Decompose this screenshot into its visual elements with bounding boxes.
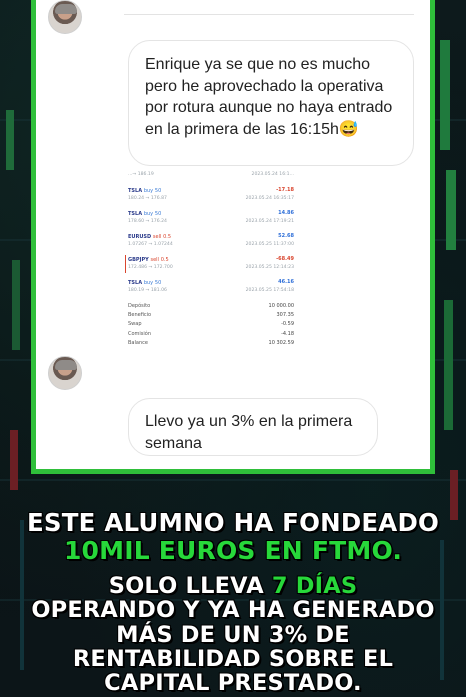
symbol: TSLA	[128, 211, 143, 217]
chat-screenshot-card: Enrique ya se que no es mucho pero he ap…	[31, 0, 435, 474]
side: buy	[143, 211, 154, 217]
caption-line: CAPITAL PRESTADO.	[104, 670, 362, 696]
trade-history-image: ...→ 186.19 2023.05.24 16:1... TSLA buy …	[124, 170, 302, 360]
caption-highlight: 10MIL EUROS EN FTMO.	[63, 536, 403, 565]
trade-row: EURUSD sell 0.5 52.68 1.07267 → 1.07244 …	[124, 230, 302, 253]
summary-row: Swap -0.59	[124, 321, 302, 330]
caption-line: SOLO LLEVA 7 DÍAS	[0, 573, 466, 599]
message-text: Enrique ya se que no es mucho pero he ap…	[145, 56, 393, 138]
caption-text: SOLO LLEVA	[108, 573, 272, 599]
summary-row: Beneficio 307.35	[124, 312, 302, 321]
summary-value: 10 302.59	[268, 339, 294, 346]
trade-price: ...→ 186.19	[128, 172, 154, 177]
symbol: GBPJPY	[128, 257, 149, 263]
avatar	[48, 356, 82, 390]
summary-value: 10 000.00	[268, 303, 294, 309]
summary-label: Depósito	[128, 303, 151, 309]
side: sell	[152, 234, 162, 240]
symbol: TSLA	[128, 188, 143, 194]
caption-highlight: 7 DÍAS	[271, 573, 358, 599]
message-bubble: Enrique ya se que no es mucho pero he ap…	[128, 40, 414, 166]
message-text: Llevo ya un 3% en la primera semana	[145, 413, 353, 452]
trade-price: 172.486 → 172.700	[128, 265, 173, 270]
account-summary: Depósito 10 000.00 Beneficio 307.35 Swap -0…	[124, 303, 302, 349]
summary-value: -0.59	[281, 321, 294, 328]
side: buy	[143, 280, 154, 286]
summary-row: Balance 10 302.59	[124, 340, 302, 349]
trade-row: TSLA buy 50 14.86 178.60 → 176.24 2023.0…	[124, 207, 302, 230]
trade-time: 2023.05.25 11:37:00	[245, 242, 294, 247]
trade-profit: 52.68	[278, 233, 294, 239]
caption-line: ESTE ALUMNO HA FONDEADO	[26, 508, 440, 537]
size: 0.5	[160, 257, 169, 263]
trade-time: 2023.05.24 17:19:21	[245, 219, 294, 224]
trade-row: ...→ 186.19 2023.05.24 16:1...	[124, 170, 302, 184]
trade-time: 2023.05.25 17:54:18	[245, 288, 294, 293]
trade-profit: -68.49	[276, 256, 294, 262]
size: 50	[154, 188, 162, 194]
trade-symbol: GBPJPY sell 0.5	[128, 257, 169, 263]
symbol: EURUSD	[128, 234, 152, 240]
summary-label: Beneficio	[128, 312, 152, 319]
trade-symbol: TSLA buy 50	[128, 211, 161, 217]
trade-profit: -17.18	[276, 187, 294, 193]
summary-row: Depósito 10 000.00	[124, 303, 302, 312]
symbol: TSLA	[128, 280, 143, 286]
trade-price: 1.07267 → 1.07244	[128, 242, 173, 247]
side: buy	[143, 188, 154, 194]
summary-label: Balance	[128, 339, 148, 346]
side: sell	[150, 257, 159, 263]
trade-symbol: TSLA buy 50	[128, 188, 161, 194]
caption-line: MÁS DE UN 3% DE	[116, 622, 350, 648]
trade-symbol: TSLA buy 50	[128, 280, 161, 286]
trade-price: 180.19 → 181.06	[128, 288, 167, 293]
trade-time: 2023.05.24 16:35:17	[245, 196, 294, 201]
trade-price: 180.24 → 176.87	[128, 196, 167, 201]
summary-label: Swap	[128, 321, 142, 328]
size: 50	[154, 280, 162, 286]
size: 50	[154, 211, 162, 217]
avatar	[48, 0, 82, 34]
trade-profit: 46.16	[278, 279, 294, 285]
summary-value: 307.35	[276, 312, 295, 319]
trade-row: TSLA buy 50 -17.18 180.24 → 176.87 2023.…	[124, 184, 302, 207]
trade-time: 2023.05.25 12:14:23	[245, 265, 294, 270]
caption-line: OPERANDO Y YA HA GENERADO	[31, 597, 435, 623]
summary-row: Comisión -4.18	[124, 331, 302, 340]
trade-symbol: EURUSD sell 0.5	[128, 234, 171, 240]
trade-profit: 14.86	[278, 210, 294, 216]
size: 0.5	[163, 234, 172, 240]
summary-value: -4.18	[281, 330, 294, 337]
message-bubble: Llevo ya un 3% en la primera semana	[128, 398, 378, 456]
caption-line: RENTABILIDAD SOBRE EL	[72, 646, 394, 672]
summary-label: Comisión	[128, 330, 152, 337]
trade-row: TSLA buy 50 46.16 180.19 → 181.06 2023.0…	[124, 276, 302, 299]
trade-row: GBPJPY sell 0.5 -68.49 172.486 → 172.700…	[124, 253, 302, 276]
divider	[124, 14, 414, 15]
trade-price: 178.60 → 176.24	[128, 219, 167, 224]
trade-time: 2023.05.24 16:1...	[251, 172, 294, 177]
